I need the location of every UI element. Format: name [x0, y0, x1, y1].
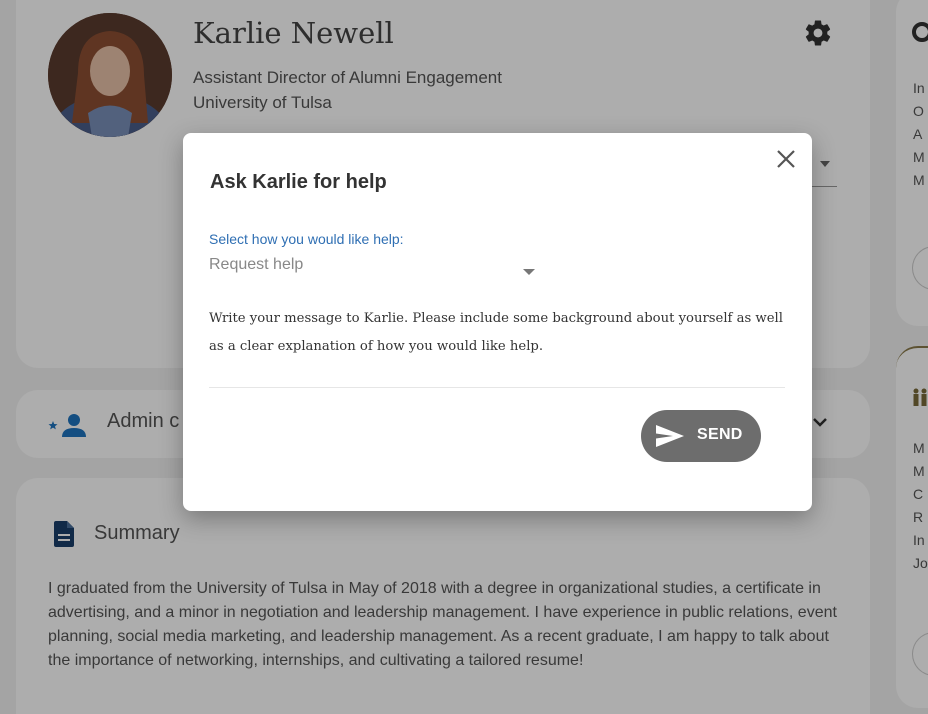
send-label: SEND: [697, 426, 743, 443]
send-button[interactable]: SEND: [641, 410, 761, 462]
help-request-modal: Ask Karlie for help Select how you would…: [183, 133, 812, 511]
help-type-label: Select how you would like help:: [209, 231, 404, 247]
modal-divider: [209, 387, 785, 388]
modal-title: Ask Karlie for help: [210, 171, 387, 193]
close-icon[interactable]: [775, 148, 797, 170]
message-placeholder: Write your message to Karlie. Please inc…: [209, 311, 783, 354]
help-type-select[interactable]: Request help: [209, 253, 539, 281]
send-icon: [655, 424, 685, 448]
message-textarea[interactable]: Write your message to Karlie. Please inc…: [209, 305, 785, 387]
caret-down-icon: [522, 263, 536, 275]
help-type-value: Request help: [209, 256, 304, 273]
